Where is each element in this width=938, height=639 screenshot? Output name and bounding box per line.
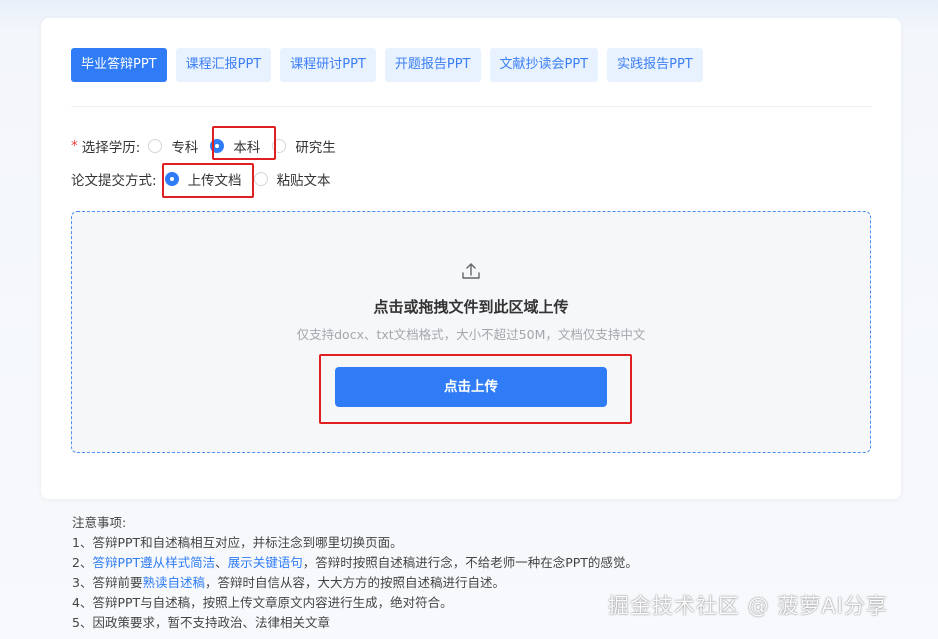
notes-link[interactable]: 展示关键语句 bbox=[228, 555, 303, 570]
radio-label: 研究生 bbox=[295, 140, 336, 156]
upload-drop-zone[interactable]: 点击或拖拽文件到此区域上传 仅支持docx、txt文档格式，大小不超过50M，文… bbox=[71, 211, 871, 453]
highlight-box-bachelor bbox=[212, 126, 276, 160]
divider bbox=[71, 106, 872, 107]
ppt-type-tabs: 毕业答辩PPT 课程汇报PPT 课程研讨PPT 开题报告PPT 文献抄读会PPT… bbox=[71, 48, 703, 82]
upload-hint: 仅支持docx、txt文档格式，大小不超过50M，文档仅支持中文 bbox=[296, 327, 646, 342]
radio-graduate[interactable]: 研究生 bbox=[272, 136, 336, 156]
highlight-box-upload-button bbox=[319, 354, 632, 424]
radio-paste-text[interactable]: 粘贴文本 bbox=[253, 169, 331, 189]
notes-link[interactable]: 答辩PPT遵从样式简洁 bbox=[92, 555, 215, 570]
watermark: 掘金技术社区 @ 菠萝AI分享 bbox=[608, 594, 888, 618]
highlight-box-upload-document bbox=[162, 163, 254, 198]
notes-item: 3、答辩前要熟读自述稿，答辩时自信从容，大大方方的按照自述稿进行自述。 bbox=[72, 573, 638, 593]
tab-course-seminar[interactable]: 课程研讨PPT bbox=[280, 48, 376, 82]
notes-title: 注意事项: bbox=[72, 515, 127, 530]
submit-method-label: 论文提交方式: bbox=[71, 173, 157, 189]
radio-junior-college[interactable]: 专科 bbox=[148, 136, 198, 156]
radio-label: 粘贴文本 bbox=[276, 173, 331, 189]
notes-item-text: ，答辩时自信从容，大大方方的按照自述稿进行自述。 bbox=[204, 575, 505, 590]
radio-label: 专科 bbox=[171, 140, 199, 156]
form-card: 毕业答辩PPT 课程汇报PPT 课程研讨PPT 开题报告PPT 文献抄读会PPT… bbox=[41, 18, 901, 499]
tab-literature-reading[interactable]: 文献抄读会PPT bbox=[489, 48, 599, 82]
upload-icon bbox=[462, 263, 480, 279]
tab-proposal-report[interactable]: 开题报告PPT bbox=[384, 48, 481, 82]
tab-course-report[interactable]: 课程汇报PPT bbox=[175, 48, 272, 82]
radio-circle bbox=[253, 172, 268, 186]
notes-item-prefix: 2、 bbox=[72, 555, 93, 570]
education-label: 选择学历: bbox=[81, 140, 141, 156]
notes-separator: 、 bbox=[215, 555, 228, 570]
notes-item: 5、因政策要求，暂不支持政治、法律相关文章 bbox=[72, 615, 330, 630]
tab-graduation-defense[interactable]: 毕业答辩PPT bbox=[71, 48, 167, 82]
required-mark: * bbox=[71, 138, 78, 154]
upload-title: 点击或拖拽文件到此区域上传 bbox=[373, 298, 569, 316]
tab-practice-report[interactable]: 实践报告PPT bbox=[607, 48, 703, 82]
notes-section: 注意事项: 1、答辩PPT和自述稿相互对应，并标注念到哪里切换页面。 2、答辩P… bbox=[72, 513, 638, 633]
notes-item: 2、答辩PPT遵从样式简洁、展示关键语句，答辩时按照自述稿进行念，不给老师一种在… bbox=[72, 553, 638, 573]
notes-item-text: ，答辩时按照自述稿进行念，不给老师一种在念PPT的感觉。 bbox=[302, 555, 638, 570]
notes-item-prefix: 3、答辩前要 bbox=[72, 575, 143, 590]
radio-circle bbox=[148, 139, 163, 153]
notes-item: 1、答辩PPT和自述稿相互对应，并标注念到哪里切换页面。 bbox=[72, 535, 403, 550]
notes-link[interactable]: 熟读自述稿 bbox=[142, 575, 205, 590]
education-row: * 选择学历: 专科 本科 研究生 bbox=[71, 136, 348, 156]
notes-item: 4、答辩PPT与自述稿，按照上传文章原文内容进行生成，绝对符合。 bbox=[72, 595, 453, 610]
